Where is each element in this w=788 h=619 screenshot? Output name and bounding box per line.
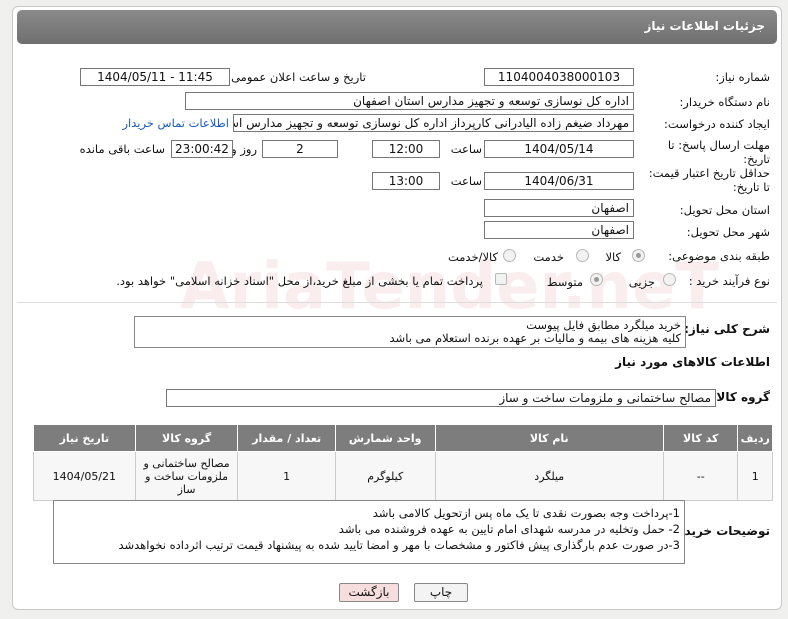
goods-group-field[interactable]: مصالح ساختمانی و ملزومات ساخت و ساز — [166, 389, 716, 407]
deadline-label: مهلت ارسال پاسخ: تا تاریخ: — [667, 138, 770, 166]
col-qty: تعداد / مقدار — [237, 424, 336, 452]
col-index: ردیف — [737, 424, 773, 452]
col-name: نام کالا — [434, 424, 664, 452]
price-validity-label: حداقل تاریخ اعتبار قیمت: تا تاریخ: — [648, 166, 770, 194]
price-time-field[interactable]: 13:00 — [372, 172, 440, 190]
cell-group: مصالح ساختمانی و ملزومات ساخت و ساز — [134, 451, 239, 501]
description-textarea[interactable]: خرید میلگرد مطابق فایل پیوست کلیه هزینه … — [134, 316, 686, 348]
buyer-notes-line-1: 1-پرداخت وجه بصورت نقدی تا یک ماه پس ازت… — [372, 506, 680, 520]
category-option-service: خدمت — [533, 250, 564, 264]
process-label: نوع فرآیند خرید : — [688, 274, 770, 288]
cell-code: -- — [662, 451, 739, 501]
city-field[interactable]: اصفهان — [484, 221, 634, 239]
cell-unit: کیلوگرم — [334, 451, 436, 501]
buyer-notes-line-2: 2- حمل وتخلیه در مدرسه شهدای امام تایین … — [338, 522, 680, 536]
treasury-payment-checkbox[interactable] — [495, 273, 507, 285]
page-title: جزئیات اطلاعات نیاز — [644, 19, 765, 33]
col-group: گروه کالا — [134, 424, 239, 452]
col-date: تاریخ نیاز — [33, 424, 136, 452]
announce-label: تاریخ و ساعت اعلان عمومی: — [227, 70, 366, 84]
category-option-goods: کالا — [605, 250, 621, 264]
category-radio-service[interactable] — [576, 249, 589, 262]
process-radio-medium[interactable] — [590, 273, 603, 286]
process-option-medium: متوسط — [546, 275, 583, 289]
category-radio-both[interactable] — [503, 249, 516, 262]
remaining-time-field[interactable]: 23:00:42 — [171, 140, 233, 158]
cell-date: 1404/05/21 — [33, 451, 136, 501]
page-header: جزئیات اطلاعات نیاز — [17, 10, 777, 44]
process-option-minor: جزیی — [628, 275, 655, 289]
goods-table-header: ردیف کد کالا نام کالا واحد شمارش تعداد /… — [33, 424, 773, 452]
back-button[interactable]: بازگشت — [339, 583, 399, 602]
deadline-time-field[interactable]: 12:00 — [372, 140, 440, 158]
goods-table: ردیف کد کالا نام کالا واحد شمارش تعداد /… — [33, 424, 773, 501]
divider — [17, 302, 777, 303]
treasury-payment-note: پرداخت تمام یا بخشی از مبلغ خرید،از محل … — [116, 274, 483, 288]
col-unit: واحد شمارش — [334, 424, 436, 452]
province-label: استان محل تحویل: — [679, 203, 770, 217]
table-row: 1 -- میلگرد کیلوگرم 1 مصالح ساختمانی و م… — [33, 451, 773, 501]
requester-label: ایجاد کننده درخواست: — [664, 117, 770, 131]
cell-name: میلگرد — [434, 451, 664, 501]
price-time-label: ساعت — [450, 174, 482, 188]
goods-section-title: اطلاعات کالاهای مورد نیاز — [615, 355, 770, 369]
city-label: شهر محل تحویل: — [686, 225, 770, 239]
deadline-time-label: ساعت — [450, 142, 482, 156]
description-line-2: کلیه هزینه های بیمه و مالیات بر عهده برن… — [389, 331, 681, 345]
buyer-org-field[interactable]: اداره کل نوسازی توسعه و تجهیز مدارس استا… — [185, 92, 634, 110]
buyer-notes-line-3: 3-در صورت عدم بارگذاری پیش فاکتور و مشخص… — [118, 538, 680, 552]
buyer-notes-textarea[interactable]: 1-پرداخت وجه بصورت نقدی تا یک ماه پس ازت… — [53, 500, 685, 564]
print-button[interactable]: چاپ — [414, 583, 468, 602]
announce-field[interactable]: 1404/05/11 - 11:45 — [80, 68, 230, 86]
buyer-org-label: نام دستگاه خریدار: — [679, 95, 770, 109]
category-label: طبقه بندی موضوعی: — [668, 249, 770, 263]
days-label: روز و — [231, 142, 257, 156]
category-option-both: کالا/خدمت — [447, 250, 498, 264]
goods-group-label: گروه کالا: — [711, 390, 770, 404]
price-date-field[interactable]: 1404/06/31 — [484, 172, 634, 190]
process-radio-minor[interactable] — [663, 273, 676, 286]
remaining-label: ساعت باقی مانده — [79, 142, 165, 156]
contact-buyer-link[interactable]: اطلاعات تماس خریدار — [122, 116, 229, 130]
need-number-label: شماره نیاز: — [715, 70, 770, 84]
col-code: کد کالا — [662, 424, 739, 452]
cell-qty: 1 — [237, 451, 336, 501]
days-field[interactable]: 2 — [262, 140, 338, 158]
category-radio-goods[interactable] — [632, 249, 645, 262]
cell-index: 1 — [737, 451, 773, 501]
requester-field[interactable]: مهرداد ضیغم زاده الیادرانی کارپرداز ادار… — [233, 114, 634, 132]
description-label: شرح کلی نیاز: — [684, 322, 770, 336]
need-number-field[interactable]: 1104004038000103 — [484, 68, 634, 86]
province-field[interactable]: اصفهان — [484, 199, 634, 217]
deadline-date-field[interactable]: 1404/05/14 — [484, 140, 634, 158]
